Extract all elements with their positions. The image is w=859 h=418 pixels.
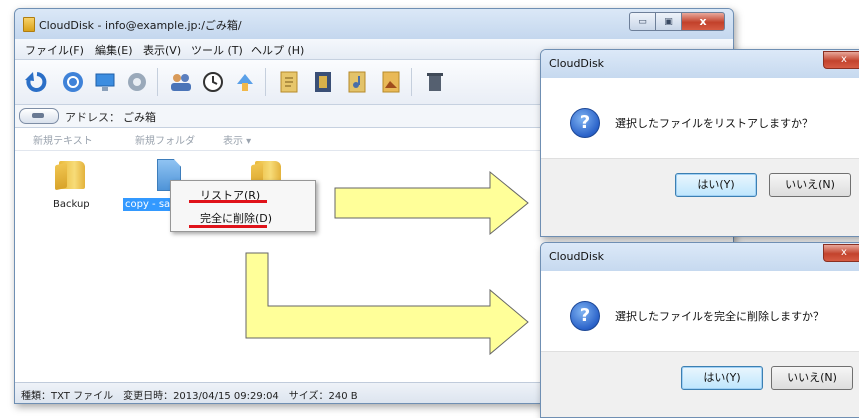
dialog-close-button[interactable]: x [823, 244, 859, 262]
yes-button[interactable]: はい(Y) [681, 366, 763, 390]
dialog-footer: はい(Y) いいえ(N) [541, 158, 859, 236]
dialog-body: ? 選択したファイルを完全に削除しますか？ [541, 271, 859, 351]
restore-dialog: CloudDisk x ? 選択したファイルをリストアしますか？ はい(Y) い… [540, 49, 859, 237]
dialog-title: CloudDisk [549, 57, 605, 70]
dialog-footer: はい(Y) いいえ(N) [541, 351, 859, 417]
dialog-title-bar: CloudDisk x [541, 243, 859, 271]
dialog-title: CloudDisk [549, 250, 605, 263]
delete-dialog: CloudDisk x ? 選択したファイルを完全に削除しますか？ はい(Y) … [540, 242, 859, 418]
dialog-message: 選択したファイルを完全に削除しますか？ [615, 310, 824, 323]
arrow-to-restore-dialog [334, 170, 529, 236]
dialog-title-bar: CloudDisk x [541, 50, 859, 78]
question-icon: ? [570, 108, 600, 138]
yes-button[interactable]: はい(Y) [675, 173, 757, 197]
arrow-to-delete-dialog [245, 252, 529, 356]
dialog-close-button[interactable]: x [823, 51, 859, 69]
no-button[interactable]: いいえ(N) [771, 366, 853, 390]
no-button[interactable]: いいえ(N) [769, 173, 851, 197]
dialog-body: ? 選択したファイルをリストアしますか？ [541, 78, 859, 158]
dialog-message: 選択したファイルをリストアしますか？ [615, 117, 813, 130]
question-icon: ? [570, 301, 600, 331]
